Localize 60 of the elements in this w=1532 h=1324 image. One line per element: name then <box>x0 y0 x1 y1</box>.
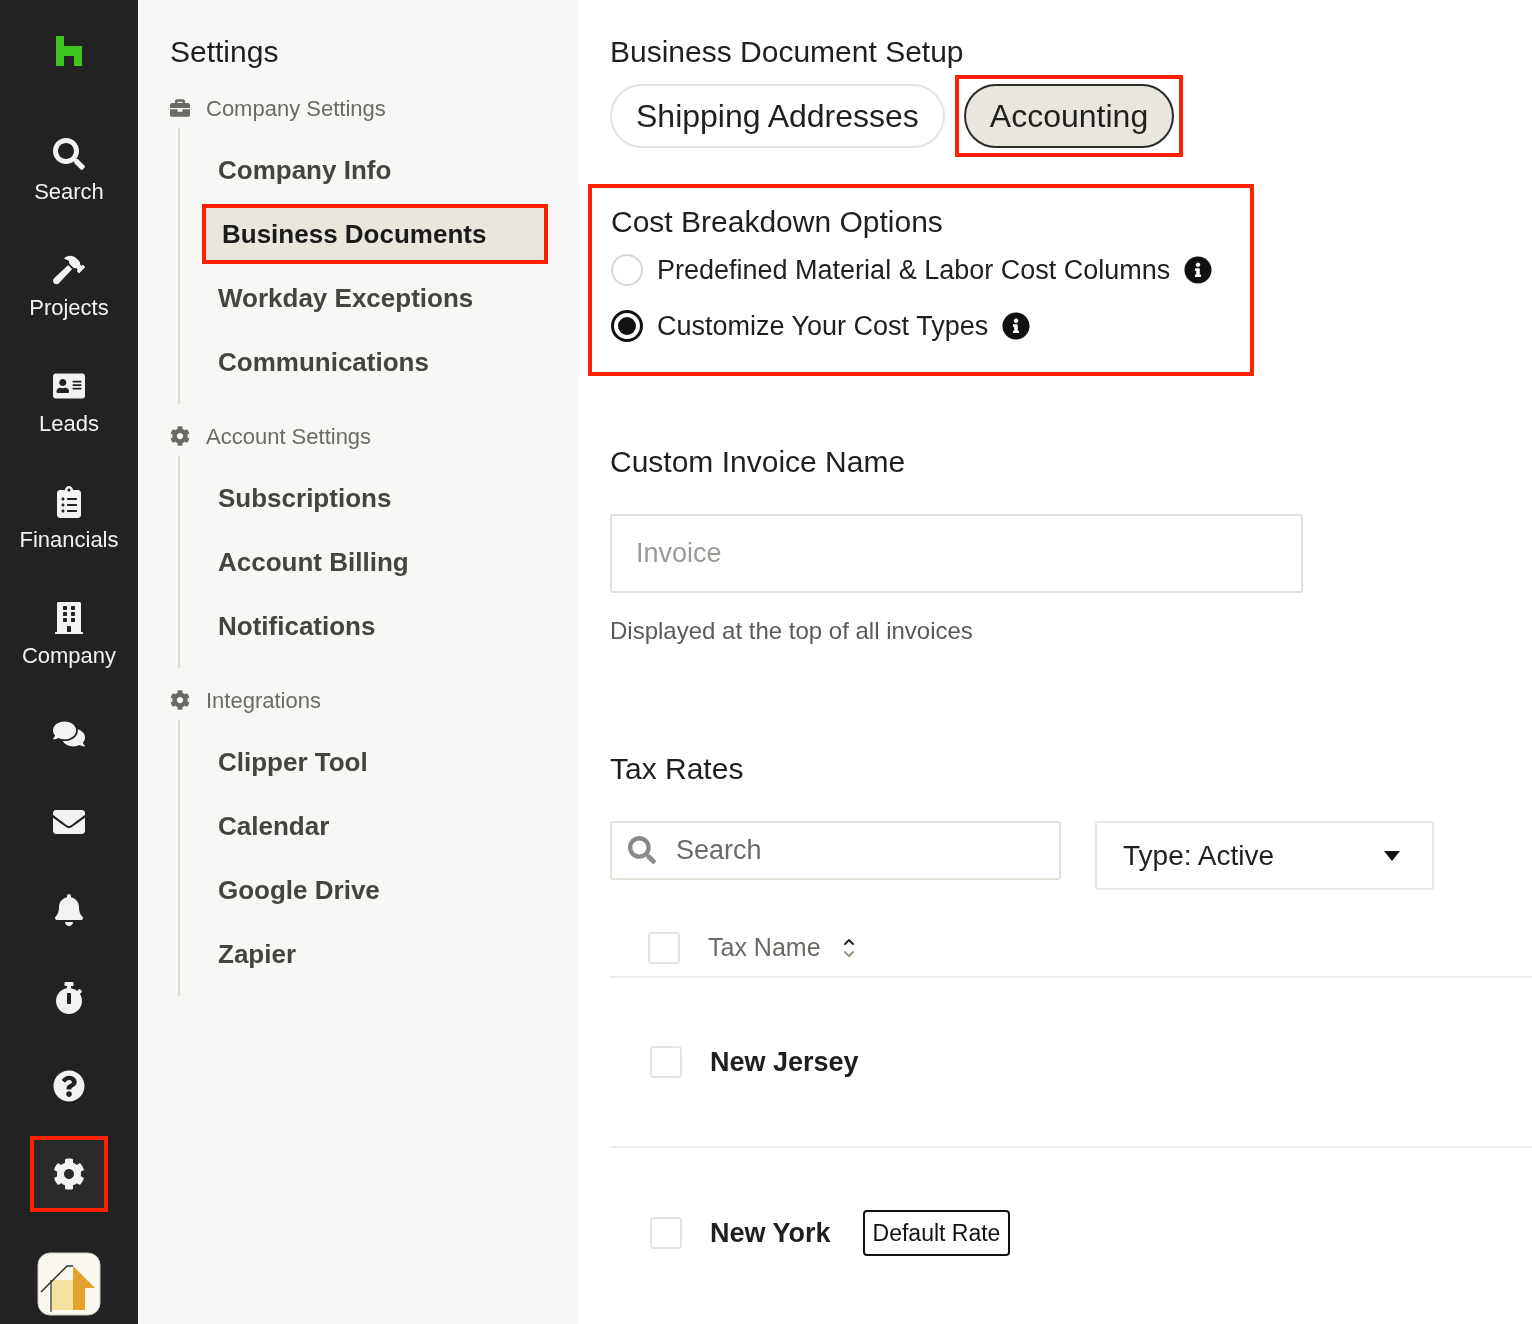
nav-item[interactable] <box>53 1158 85 1190</box>
tax-name: New York <box>710 1216 831 1250</box>
logo-icon[interactable] <box>54 34 84 68</box>
tax-name: New Jersey <box>710 1045 859 1079</box>
hammer-icon <box>53 254 85 286</box>
gear-icon <box>170 426 190 446</box>
column-header[interactable]: Tax Name <box>708 929 859 967</box>
briefcase-icon <box>170 98 190 118</box>
sidebar-item[interactable]: Google Drive <box>202 860 548 920</box>
gear-icon <box>170 690 190 710</box>
section-title: Cost Breakdown Options <box>611 204 944 240</box>
info-icon <box>1002 312 1031 340</box>
tab[interactable]: Shipping Addresses <box>610 84 945 148</box>
tab[interactable]: Accounting <box>963 84 1175 148</box>
nav-item[interactable]: Search <box>34 138 104 206</box>
building-icon <box>53 602 85 634</box>
help-icon <box>53 1070 85 1102</box>
sidebar-item[interactable]: Clipper Tool <box>202 732 548 792</box>
app-logo-icon[interactable] <box>37 1252 101 1316</box>
help-text: Displayed at the top of all invoices <box>610 616 974 646</box>
nav-item[interactable]: Company <box>21 602 117 670</box>
select-all-checkbox[interactable] <box>648 932 680 964</box>
sidebar-item[interactable]: Account Billing <box>202 532 548 592</box>
radio-label: Predefined Material & Labor Cost Columns <box>657 253 1171 287</box>
stopwatch-icon <box>53 982 85 1014</box>
group-heading: Integrations <box>206 686 321 715</box>
radio-button[interactable] <box>611 310 643 342</box>
search-icon <box>53 138 85 170</box>
sidebar-item[interactable]: Business Documents <box>202 204 548 264</box>
sidebar-item[interactable]: Communications <box>202 332 548 392</box>
settings-icon <box>53 1158 85 1190</box>
row-checkbox[interactable] <box>650 1217 682 1249</box>
sidebar-item[interactable]: Subscriptions <box>202 468 548 528</box>
group-heading: Company Settings <box>206 94 386 123</box>
nav-item[interactable] <box>53 1070 85 1102</box>
sidebar-item[interactable]: Calendar <box>202 796 548 856</box>
nav-item[interactable] <box>53 894 85 926</box>
invoice-name-field[interactable]: Invoice <box>610 514 1303 593</box>
search-field[interactable]: Search <box>610 821 1061 880</box>
sidebar-item[interactable]: Company Info <box>202 140 548 200</box>
info-icon <box>1184 256 1213 284</box>
radio-label: Customize Your Cost Types <box>657 309 989 343</box>
nav-item[interactable]: Leads <box>39 370 99 438</box>
caret-icon <box>1384 850 1400 861</box>
group-heading: Account Settings <box>206 422 372 451</box>
nav-item[interactable]: Financials <box>19 486 119 554</box>
nav-item[interactable] <box>53 982 85 1014</box>
section-title: Tax Rates <box>610 751 745 787</box>
search-icon <box>628 836 656 864</box>
type-dropdown[interactable]: Type: Active <box>1095 821 1434 890</box>
sidebar-item[interactable]: Notifications <box>202 596 548 656</box>
default-rate-tag: Default Rate <box>862 1210 1011 1256</box>
page-title: Business Document Setup <box>610 34 965 70</box>
sidebar-title: Settings <box>170 34 280 70</box>
bell-icon <box>53 894 85 926</box>
sidebar-item[interactable]: Workday Exceptions <box>202 268 548 328</box>
nav-item[interactable]: Projects <box>29 254 109 322</box>
row-checkbox[interactable] <box>650 1046 682 1078</box>
section-title: Custom Invoice Name <box>610 444 907 480</box>
sidebar-item[interactable]: Zapier <box>202 924 548 984</box>
